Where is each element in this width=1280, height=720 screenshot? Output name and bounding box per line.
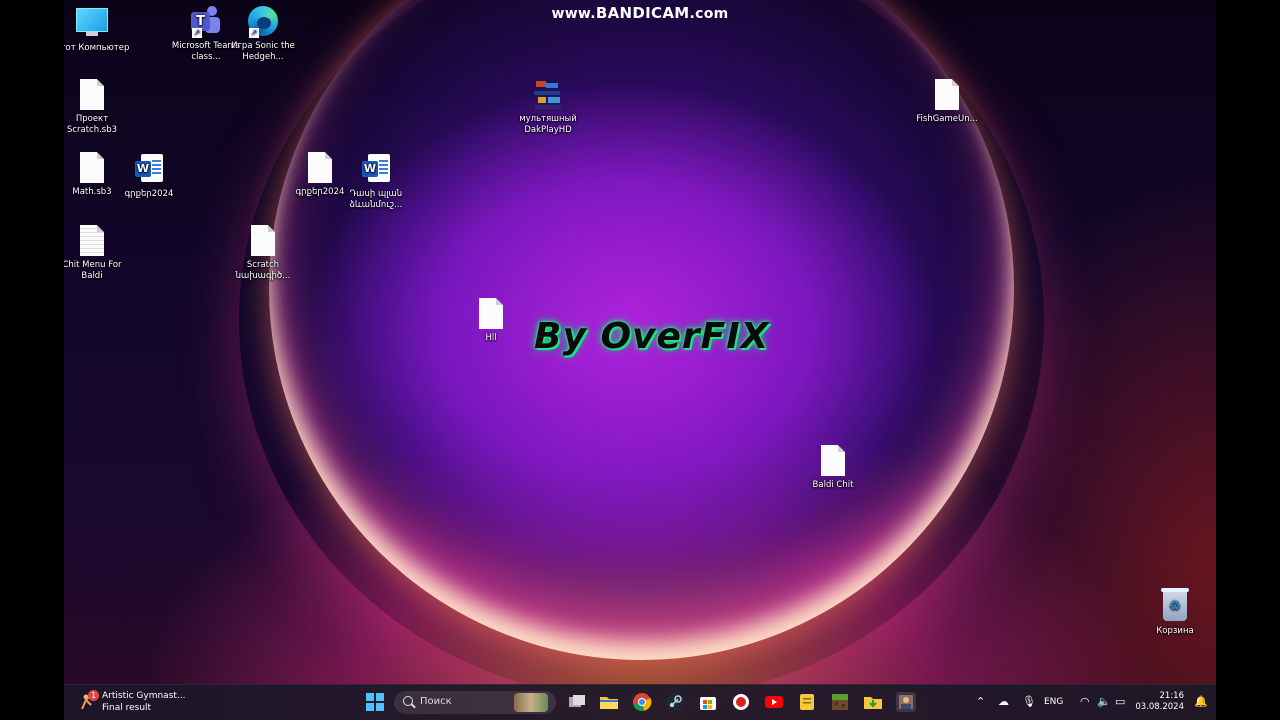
wifi-icon[interactable]: ◠ xyxy=(1080,696,1090,708)
icon-label: գրքեր2024 xyxy=(124,189,174,199)
microphone-icon[interactable]: 🎙 xyxy=(1022,696,1036,708)
search-icon xyxy=(403,696,413,706)
clock-time: 21:16 xyxy=(1159,691,1185,701)
dakplay-game-icon[interactable]: мультяшный DakPlayHD xyxy=(510,79,586,136)
news-widget[interactable]: 1 Artistic Gymnast... Final result xyxy=(78,690,198,714)
icon-label: Chit Menu For Baldi xyxy=(64,260,122,281)
overfix-logo: By OverFIX xyxy=(534,316,770,357)
youtube-icon[interactable] xyxy=(764,692,784,712)
microsoft-store-icon[interactable] xyxy=(698,692,718,712)
file-explorer-icon[interactable] xyxy=(599,692,619,712)
desktop[interactable]: www.BANDICAM.com Этот Компьютер T↗ Micro… xyxy=(64,0,1216,720)
icon-label: FishGameUn... xyxy=(916,114,978,124)
lesson-plan-word-icon[interactable]: W Դասի պլան ձևանմուշ... xyxy=(338,152,414,211)
fishgame-file-icon[interactable]: FishGameUn... xyxy=(909,79,985,125)
icon-label: Դասի պլան ձևանմուշ... xyxy=(349,189,403,210)
icon-label: мультяшный DakPlayHD xyxy=(519,114,577,135)
icon-label: Этот Компьютер xyxy=(64,43,130,53)
minecraft-icon[interactable] xyxy=(830,692,850,712)
hll-file-icon[interactable]: Hll xyxy=(453,298,529,344)
sonic-shortcut-icon[interactable]: ↗ Игра Sonic the Hedgeh... xyxy=(225,6,301,63)
icon-label: Корзина xyxy=(1156,626,1194,636)
language-indicator[interactable]: ENG xyxy=(1044,696,1063,708)
taskbar: 1 Artistic Gymnast... Final result Поиск xyxy=(64,684,1216,720)
icon-label: Проект Scratch.sb3 xyxy=(66,114,118,135)
system-tray: ⌃ ☁ 🎙 ENG ◠ 🔈 ▭ 21:16 03.08.2024 🔔 xyxy=(976,685,1216,720)
clock-date: 03.08.2024 xyxy=(1135,702,1184,712)
search-highlight-image xyxy=(514,693,548,712)
baldi-chit-file-icon[interactable]: Baldi Chit xyxy=(795,445,871,491)
sticky-notes-icon[interactable] xyxy=(797,692,817,712)
widget-subtitle: Final result xyxy=(102,703,152,713)
downloads-folder-icon[interactable] xyxy=(863,692,883,712)
bandicam-watermark: www.BANDICAM.com xyxy=(551,4,729,22)
notifications-icon[interactable]: 🔔 xyxy=(1194,696,1208,708)
battery-icon[interactable]: ▭ xyxy=(1115,696,1125,708)
icon-label: Baldi Chit xyxy=(812,480,854,490)
project-scratch-file-icon[interactable]: Проект Scratch.sb3 xyxy=(64,79,130,136)
volume-icon[interactable]: 🔈 xyxy=(1097,696,1111,708)
icon-label: Hll xyxy=(485,333,497,343)
chrome-icon[interactable] xyxy=(632,692,652,712)
search-placeholder: Поиск xyxy=(420,696,452,707)
icon-label: Scratch նախագիծ... xyxy=(235,260,291,281)
scratch-sample-file-icon[interactable]: Scratch նախագիծ... xyxy=(225,225,301,282)
chit-menu-file-icon[interactable]: Chit Menu For Baldi xyxy=(64,225,130,282)
onedrive-cloud-icon[interactable]: ☁ xyxy=(998,696,1009,708)
start-button[interactable] xyxy=(365,692,385,712)
user-photo-app-icon[interactable] xyxy=(896,692,916,712)
record-icon[interactable] xyxy=(731,692,751,712)
task-view-icon[interactable] xyxy=(567,692,587,712)
steam-icon[interactable] xyxy=(665,692,685,712)
notification-badge: 1 xyxy=(88,690,99,701)
this-pc-icon[interactable]: Этот Компьютер xyxy=(64,6,130,54)
word-document-icon[interactable]: W գրքեր2024 xyxy=(111,152,187,200)
widget-title: Artistic Gymnast... xyxy=(102,691,186,701)
chevron-up-icon[interactable]: ⌃ xyxy=(976,696,985,708)
clock[interactable]: 21:16 03.08.2024 xyxy=(1135,691,1184,713)
icon-label: Игра Sonic the Hedgeh... xyxy=(231,41,295,62)
recycle-bin-icon[interactable]: ♻ Корзина xyxy=(1137,588,1213,637)
search-box[interactable]: Поиск xyxy=(394,691,556,714)
